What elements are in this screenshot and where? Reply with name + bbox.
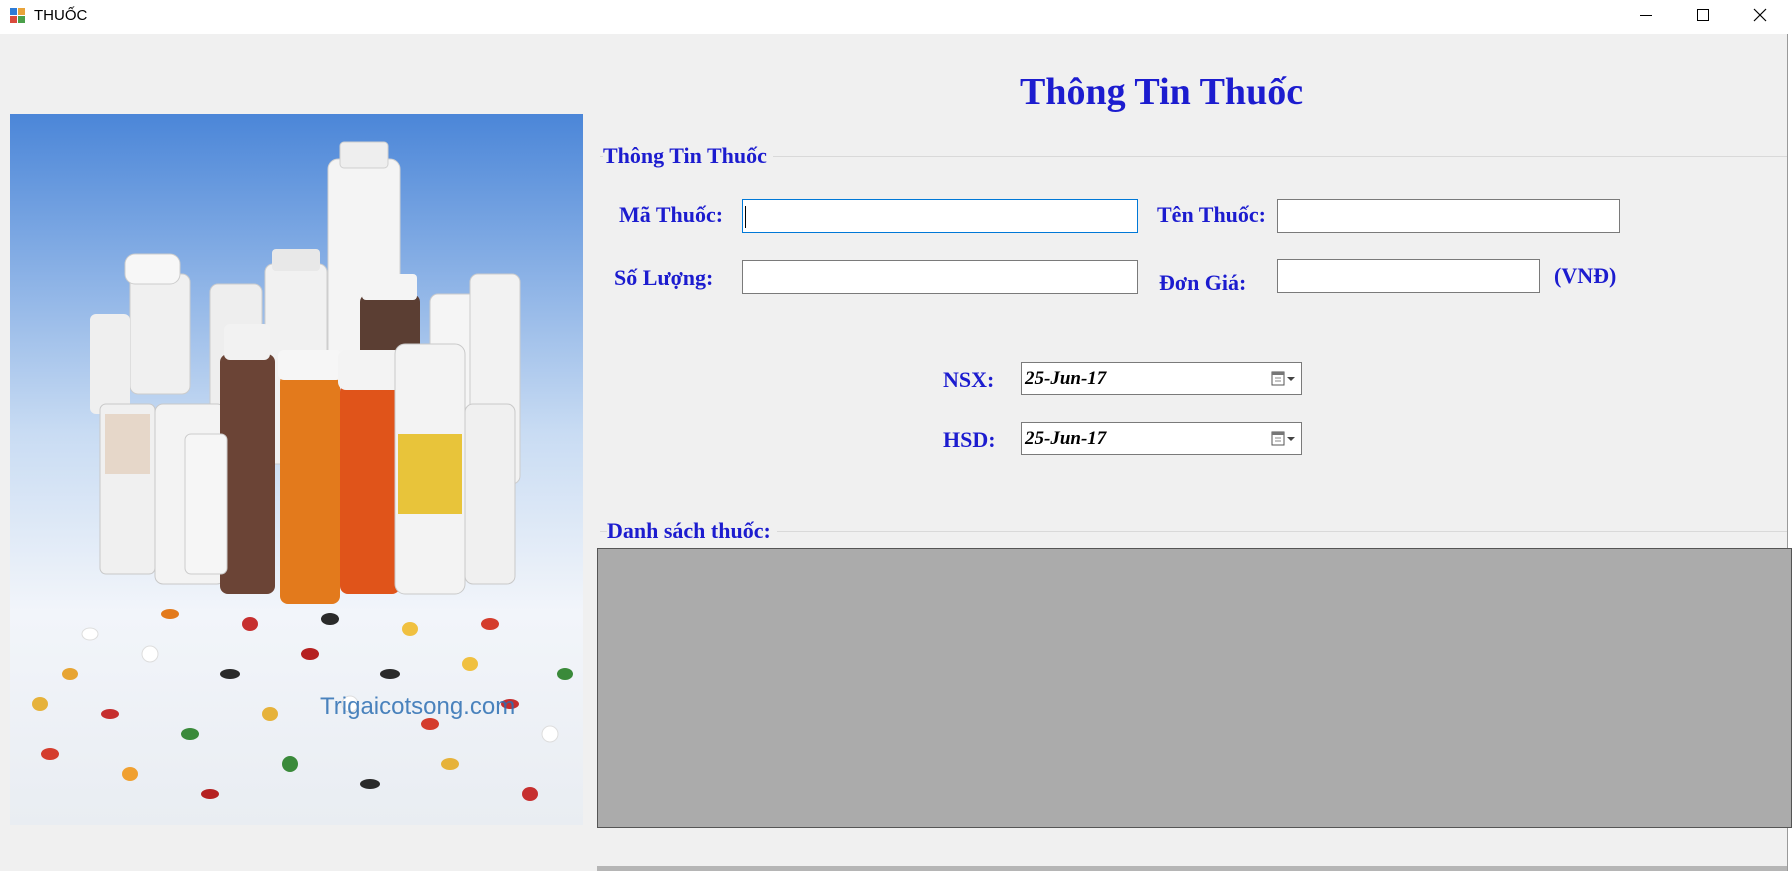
minimize-icon [1639, 15, 1652, 16]
don-gia-label: Đơn Giá: [1159, 270, 1247, 295]
medicine-bottles-image: Trigaicotsong.com [10, 114, 583, 825]
list-group-label: Danh sách thuốc: [607, 518, 777, 544]
calendar-dropdown-icon[interactable] [1269, 429, 1297, 449]
ma-thuoc-input[interactable] [742, 199, 1138, 233]
ten-thuoc-label: Tên Thuốc: [1157, 202, 1267, 227]
info-group-label: Thông Tin Thuốc [603, 143, 773, 169]
ten-thuoc-input[interactable] [1277, 199, 1620, 233]
currency-label: (VNĐ) [1554, 263, 1617, 288]
medicine-data-grid[interactable] [597, 548, 1792, 828]
info-group-border [600, 156, 1787, 157]
app-icon [10, 8, 26, 24]
maximize-button[interactable] [1674, 0, 1731, 30]
text-caret [745, 206, 746, 228]
ma-thuoc-label: Mã Thuốc: [619, 202, 724, 227]
bottom-scroll-strip [597, 866, 1787, 871]
maximize-icon [1696, 9, 1709, 21]
minimize-button[interactable] [1617, 0, 1674, 30]
nsx-date-value: 25-Jun-17 [1025, 368, 1107, 389]
calendar-dropdown-icon[interactable] [1269, 369, 1297, 389]
close-button[interactable] [1731, 0, 1788, 30]
list-group-border [600, 531, 1787, 532]
hsd-label: HSD: [943, 427, 996, 452]
image-watermark: Trigaicotsong.com [320, 693, 515, 720]
hsd-date-value: 25-Jun-17 [1025, 428, 1107, 449]
close-icon [1753, 8, 1766, 22]
page-title: Thông Tin Thuốc [1020, 71, 1304, 113]
title-bar: THUỐC [0, 0, 1792, 34]
nsx-label: NSX: [943, 367, 995, 392]
nsx-date-picker[interactable]: 25-Jun-17 [1021, 362, 1302, 395]
so-luong-input[interactable] [742, 260, 1138, 294]
so-luong-label: Số Lượng: [614, 265, 714, 290]
don-gia-input[interactable] [1277, 259, 1540, 293]
window-title: THUỐC [34, 7, 88, 24]
hsd-date-picker[interactable]: 25-Jun-17 [1021, 422, 1302, 455]
